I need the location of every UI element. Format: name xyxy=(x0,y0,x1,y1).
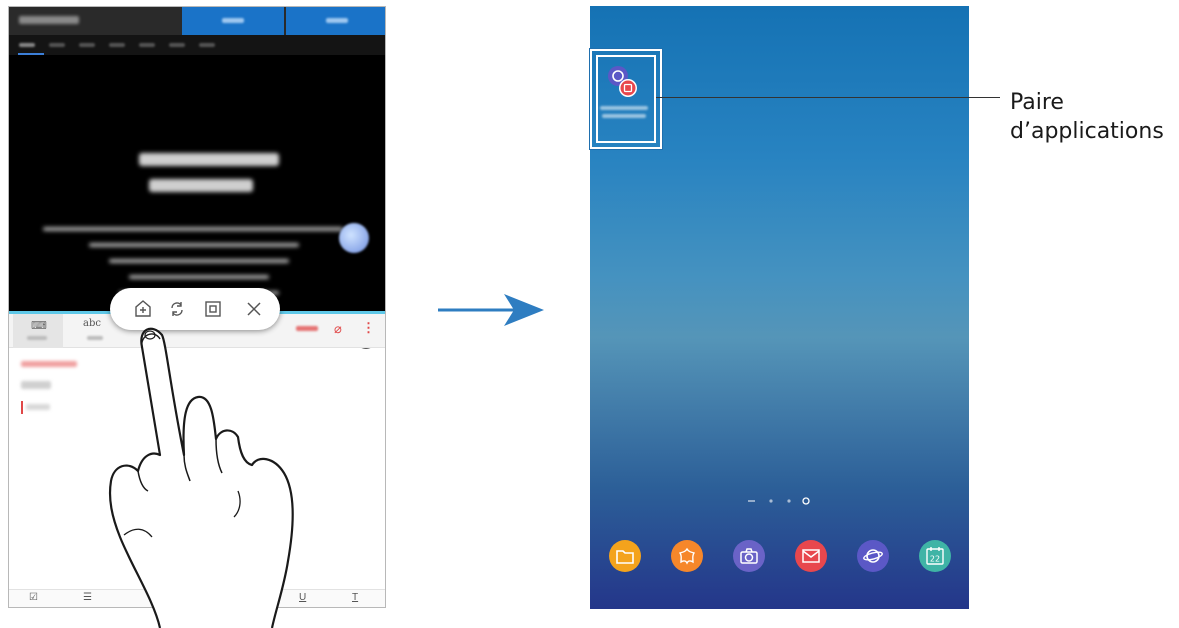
dock-label-blurred xyxy=(662,584,712,590)
keyboard-tab[interactable]: ⌨ xyxy=(13,314,63,348)
tab[interactable] xyxy=(199,43,215,47)
tab[interactable] xyxy=(139,43,155,47)
memo-field-blurred[interactable] xyxy=(26,404,50,410)
calendar-icon: 22 xyxy=(919,540,951,572)
keyboard-tab-label xyxy=(27,336,47,340)
list-icon[interactable]: ☰ xyxy=(83,592,92,603)
body-text-blurred xyxy=(109,259,289,263)
internet-icon xyxy=(857,540,889,572)
category-label-blurred[interactable] xyxy=(21,361,77,367)
text-style-button[interactable]: T xyxy=(352,592,358,603)
app-pair-callout: Paire d’applications xyxy=(1010,88,1164,146)
tab[interactable] xyxy=(49,43,65,47)
gallery-icon xyxy=(671,540,703,572)
web-content-area: ↑ xyxy=(9,55,385,349)
tab[interactable] xyxy=(19,43,35,47)
app-pair-highlight-inner-frame xyxy=(596,55,656,143)
dock-label-blurred xyxy=(848,584,898,590)
body-text-blurred xyxy=(129,275,269,279)
top-button-1-label xyxy=(222,18,244,23)
title-field-blurred[interactable] xyxy=(21,381,51,389)
dock-label-blurred xyxy=(786,584,836,590)
camera-icon xyxy=(733,540,765,572)
dock-label-blurred xyxy=(910,584,960,590)
transition-arrow-icon xyxy=(438,294,544,326)
top-button-2-label xyxy=(326,18,348,23)
top-button-2[interactable] xyxy=(286,7,385,35)
text-cursor xyxy=(21,401,23,414)
dock-label-blurred xyxy=(600,584,650,590)
dock-app-camera[interactable] xyxy=(724,540,774,600)
tab[interactable] xyxy=(79,43,95,47)
callout-leader-line xyxy=(656,97,1000,98)
callout-line-2: d’applications xyxy=(1010,119,1164,144)
floating-bubble-icon[interactable] xyxy=(339,223,369,253)
dock-app-my-files[interactable] xyxy=(600,540,650,600)
pointing-hand-icon xyxy=(108,327,294,628)
dock-label-blurred xyxy=(724,584,774,590)
keyboard-icon: ⌨ xyxy=(31,320,47,332)
headline-blurred xyxy=(139,153,279,166)
checkbox-icon[interactable]: ☑ xyxy=(29,592,38,603)
app-title-blurred xyxy=(19,16,79,24)
email-icon xyxy=(795,540,827,572)
body-text-blurred xyxy=(43,227,343,231)
folder-icon xyxy=(609,540,641,572)
dock-app-calendar[interactable]: 22 xyxy=(910,540,960,600)
calendar-date: 22 xyxy=(930,555,940,564)
top-button-1[interactable] xyxy=(182,7,284,35)
category-tabs xyxy=(9,35,385,55)
callout-line-1: Paire xyxy=(1010,90,1064,115)
page-indicator xyxy=(748,497,810,505)
tab[interactable] xyxy=(169,43,185,47)
app-dock: 22 xyxy=(590,540,969,600)
dock-app-internet[interactable] xyxy=(848,540,898,600)
dock-app-email[interactable] xyxy=(786,540,836,600)
dock-app-gallery[interactable] xyxy=(662,540,712,600)
attach-icon[interactable]: ⌀ xyxy=(334,321,342,337)
tab[interactable] xyxy=(109,43,125,47)
body-text-blurred xyxy=(89,243,299,247)
headline-blurred xyxy=(149,179,253,192)
more-options-icon[interactable]: ⋮ xyxy=(362,320,375,336)
